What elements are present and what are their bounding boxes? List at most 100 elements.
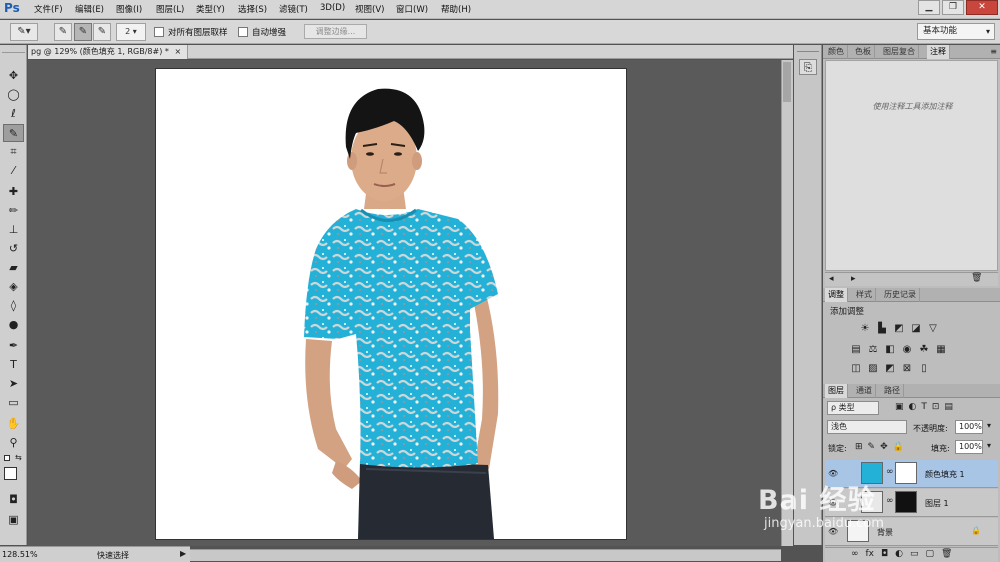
quick-mask-icon[interactable]: ◘ xyxy=(3,491,24,509)
healing-brush-tool-icon[interactable]: ✚ xyxy=(3,183,24,201)
brush-tool-icon[interactable]: ✏ xyxy=(3,202,24,220)
brightness-contrast-icon[interactable]: ☀ xyxy=(859,323,871,334)
menu-filter[interactable]: 滤镜(T) xyxy=(279,3,308,15)
tab-paths[interactable]: 路径 xyxy=(881,384,904,398)
mask-link-icon[interactable]: ∞ xyxy=(886,496,894,506)
invert-icon[interactable]: ◫ xyxy=(850,363,862,374)
color-balance-icon[interactable]: ⚖ xyxy=(867,344,879,355)
hue-saturation-icon[interactable]: ▤ xyxy=(850,344,862,355)
color-lookup-icon[interactable]: ▦ xyxy=(935,344,947,355)
exposure-icon[interactable]: ◪ xyxy=(910,323,922,334)
rectangle-tool-icon[interactable]: ▭ xyxy=(3,394,24,412)
channel-mixer-icon[interactable]: ☘ xyxy=(918,344,930,355)
tab-swatches[interactable]: 色板 xyxy=(852,45,875,59)
new-group-icon[interactable]: ▭ xyxy=(910,549,919,559)
gradient-map-icon[interactable]: ▯ xyxy=(918,363,930,374)
zoom-level[interactable]: 128.51% xyxy=(2,550,38,559)
lasso-tool-icon[interactable]: ℓ xyxy=(3,105,24,123)
move-tool-icon[interactable]: ✥ xyxy=(3,67,24,85)
eyedropper-tool-icon[interactable]: ⁄ xyxy=(3,162,24,180)
subtract-selection-button[interactable]: ✎ xyxy=(93,23,111,41)
tool-preset-picker[interactable]: ✎▾ xyxy=(10,23,38,41)
zoom-tool-icon[interactable]: ⚲ xyxy=(3,434,24,452)
tab-color[interactable]: 颜色 xyxy=(825,45,848,59)
canvas-area[interactable] xyxy=(28,60,781,546)
lock-icons[interactable]: ⊞✎✥🔒 xyxy=(855,442,909,452)
add-to-selection-button[interactable]: ✎ xyxy=(74,23,92,41)
icon-strip-grip[interactable] xyxy=(797,47,819,52)
menu-3d[interactable]: 3D(D) xyxy=(320,3,345,13)
menu-edit[interactable]: 编辑(E) xyxy=(75,3,104,15)
link-layers-icon[interactable]: ∞ xyxy=(851,549,859,559)
panel-menu-icon[interactable]: ≡ xyxy=(990,47,997,56)
fill-dropdown-icon[interactable]: ▾ xyxy=(987,441,991,450)
tab-history[interactable]: 历史记录 xyxy=(881,288,920,302)
refine-edge-button[interactable]: 调整边缘... xyxy=(304,24,367,39)
eraser-tool-icon[interactable]: ▰ xyxy=(3,259,24,277)
history-brush-tool-icon[interactable]: ↺ xyxy=(3,240,24,258)
opacity-dropdown-icon[interactable]: ▾ xyxy=(987,421,991,430)
photo-filter-icon[interactable]: ◉ xyxy=(901,344,913,355)
tab-adjustments[interactable]: 调整 xyxy=(825,288,848,302)
curves-icon[interactable]: ◩ xyxy=(893,323,905,334)
add-mask-icon[interactable]: ◘ xyxy=(881,549,888,559)
selective-color-icon[interactable]: ⊠ xyxy=(901,363,913,374)
tab-layers[interactable]: 图层 xyxy=(825,384,848,398)
tools-grip[interactable] xyxy=(2,47,25,53)
tab-layer-comps[interactable]: 图层复合 xyxy=(880,45,919,59)
close-button[interactable]: ✕ xyxy=(966,0,998,15)
screen-mode-icon[interactable]: ▣ xyxy=(3,511,24,529)
delete-note-icon[interactable]: 🗑 xyxy=(971,273,982,283)
restore-button[interactable]: ❐ xyxy=(942,0,964,15)
black-white-icon[interactable]: ◧ xyxy=(884,344,896,355)
marquee-tool-icon[interactable]: ◯ xyxy=(3,86,24,104)
sample-all-layers-checkbox[interactable] xyxy=(154,27,164,37)
default-colors-icon[interactable] xyxy=(4,455,10,461)
layer-filter-icons[interactable]: ▣◐T⊡▤ xyxy=(895,402,958,412)
delete-layer-icon[interactable]: 🗑 xyxy=(941,549,952,559)
dodge-tool-icon[interactable]: ● xyxy=(3,316,24,334)
menu-window[interactable]: 窗口(W) xyxy=(396,3,428,15)
menu-help[interactable]: 帮助(H) xyxy=(441,3,471,15)
document-tab[interactable]: pg @ 129% (颜色填充 1, RGB/8#) * × xyxy=(28,45,189,59)
previous-note-icon[interactable]: ◂ xyxy=(829,274,834,284)
workspace-select[interactable]: 基本功能 xyxy=(917,23,995,40)
path-selection-tool-icon[interactable]: ➤ xyxy=(3,375,24,393)
brush-size-picker[interactable]: 2 ▾ xyxy=(116,23,146,41)
posterize-icon[interactable]: ▨ xyxy=(867,363,879,374)
layer-kind-filter[interactable]: ρ 类型 xyxy=(827,401,879,415)
hand-tool-icon[interactable]: ✋ xyxy=(3,415,24,433)
menu-image[interactable]: 图像(I) xyxy=(116,3,142,15)
type-tool-icon[interactable]: T xyxy=(3,356,24,374)
minimize-button[interactable]: ▁ xyxy=(918,0,940,15)
new-selection-button[interactable]: ✎ xyxy=(54,23,72,41)
layer-mask-thumbnail[interactable] xyxy=(895,462,917,484)
mask-link-icon[interactable]: ∞ xyxy=(886,467,894,477)
document-close-icon[interactable]: × xyxy=(174,47,181,56)
swap-colors-icon[interactable]: ⇆ xyxy=(15,453,22,462)
menu-type[interactable]: 类型(Y) xyxy=(196,3,225,15)
new-layer-icon[interactable]: ▢ xyxy=(926,549,935,559)
threshold-icon[interactable]: ◩ xyxy=(884,363,896,374)
quick-selection-tool-icon[interactable]: ✎ xyxy=(3,124,24,142)
paint-bucket-tool-icon[interactable]: ◈ xyxy=(3,278,24,296)
clone-stamp-tool-icon[interactable]: ⊥ xyxy=(3,221,24,239)
auto-enhance-checkbox[interactable] xyxy=(238,27,248,37)
menu-layer[interactable]: 图层(L) xyxy=(156,3,184,15)
menu-view[interactable]: 视图(V) xyxy=(355,3,384,15)
new-adjustment-icon[interactable]: ◐ xyxy=(895,549,903,559)
horizontal-scrollbar[interactable] xyxy=(190,549,781,561)
menu-file[interactable]: 文件(F) xyxy=(34,3,63,15)
layer-1-mask-thumbnail[interactable] xyxy=(895,491,917,513)
fill-input[interactable]: 100% xyxy=(955,440,983,454)
history-panel-icon[interactable]: ⎘ xyxy=(799,59,817,75)
foreground-color-swatch[interactable] xyxy=(4,467,17,480)
menu-select[interactable]: 选择(S) xyxy=(238,3,267,15)
opacity-input[interactable]: 100% xyxy=(955,420,983,434)
tab-channels[interactable]: 通道 xyxy=(853,384,876,398)
pen-tool-icon[interactable]: ✒ xyxy=(3,337,24,355)
blur-tool-icon[interactable]: ◊ xyxy=(3,297,24,315)
next-note-icon[interactable]: ▸ xyxy=(851,274,856,284)
blend-mode-select[interactable]: 浅色 xyxy=(827,420,907,434)
layer-style-icon[interactable]: fx xyxy=(866,549,875,559)
